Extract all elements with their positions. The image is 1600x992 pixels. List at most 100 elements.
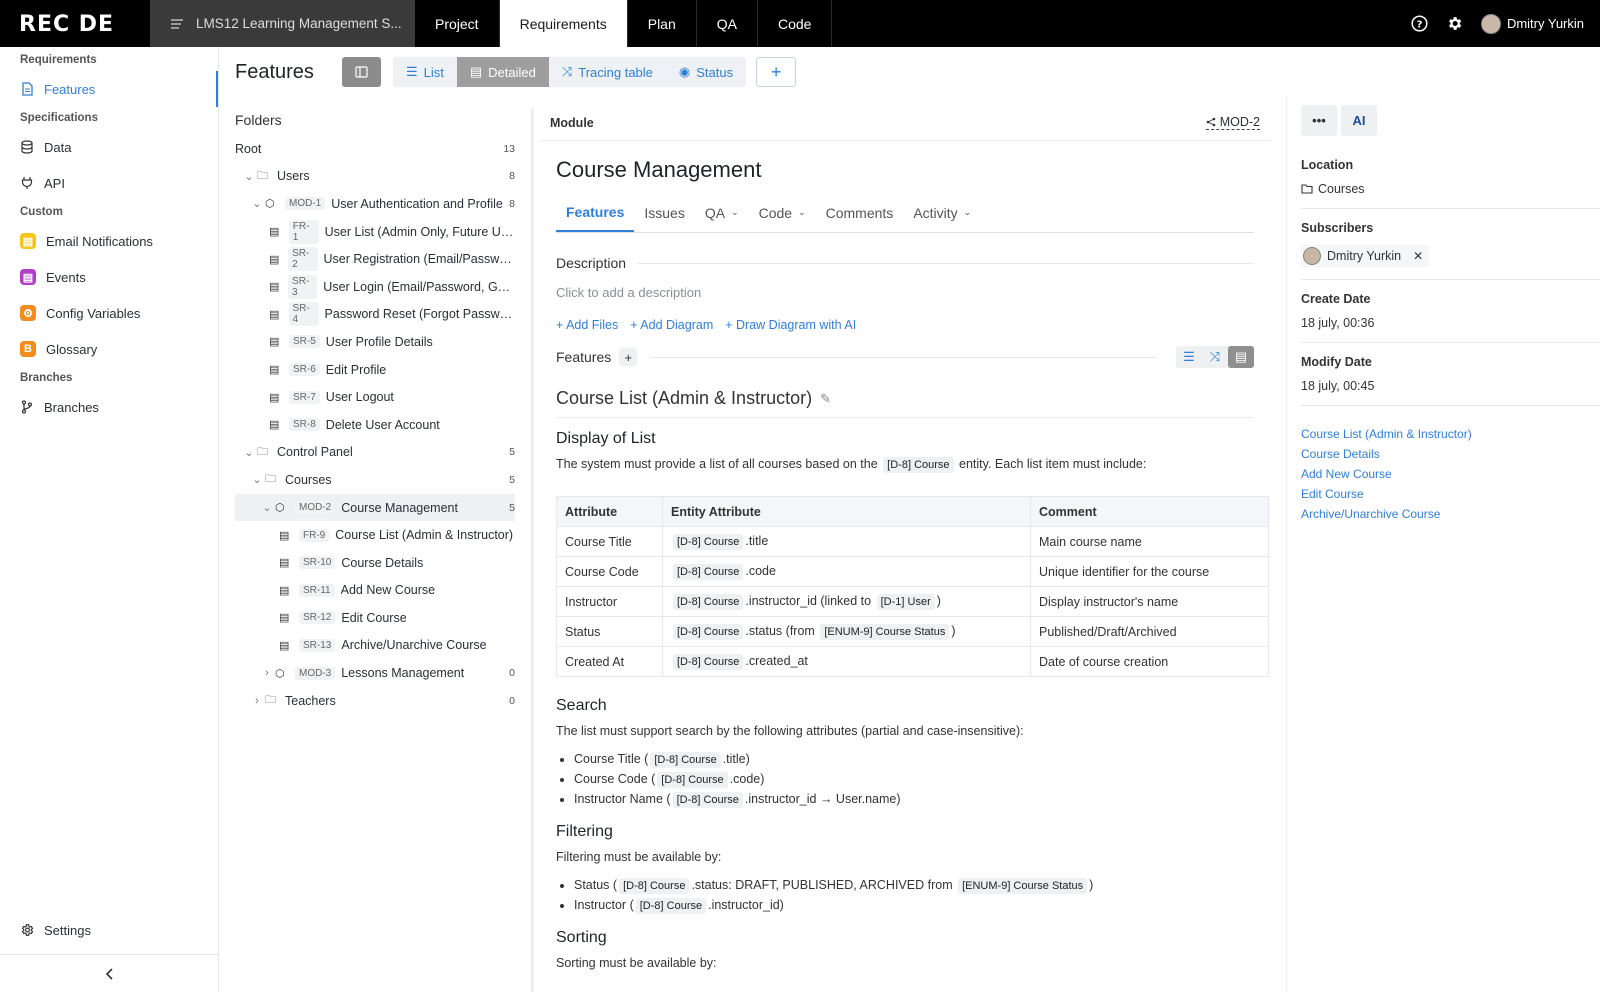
tree-row[interactable]: ▤ SR-3 User Login (Email/Password, Goog...: [235, 273, 515, 301]
view-status-button[interactable]: ◉ Status: [666, 57, 746, 87]
toggle-panel-button[interactable]: [341, 57, 381, 87]
entity-ref[interactable]: [ENUM-9] Course Status: [820, 623, 950, 640]
entity-ref[interactable]: [D-8] Course: [619, 878, 690, 894]
sidebar-item-events[interactable]: ▤ Events: [0, 259, 218, 295]
chevron-down-icon[interactable]: ⌄: [243, 446, 255, 459]
tab-qa[interactable]: QA: [697, 0, 758, 47]
tab-code[interactable]: Code: [758, 0, 833, 47]
tree-row[interactable]: ▤ SR-6 Edit Profile: [235, 356, 515, 384]
document-icon: ▤: [269, 226, 280, 239]
entity-ref[interactable]: [D-8] Course: [635, 898, 707, 914]
view-tracing-button[interactable]: ⤨ Tracing table: [549, 57, 666, 87]
tree-row[interactable]: ⌄ ⬡ MOD-2 Course Management 5: [235, 493, 515, 522]
module-link[interactable]: MOD-2: [1205, 115, 1260, 130]
sidebar-item-config-variables[interactable]: ⚙ Config Variables: [0, 295, 218, 331]
add-button[interactable]: +: [756, 57, 797, 87]
sidebar-item-glossary[interactable]: B Glossary: [0, 331, 218, 367]
entity-ref[interactable]: [D-1] User: [876, 593, 935, 610]
tab-project[interactable]: Project: [415, 0, 500, 47]
view-detailed-button[interactable]: ▤ Detailed: [456, 57, 549, 87]
tree-row[interactable]: ▤ SR-4 Password Reset (Forgot Password): [235, 301, 515, 329]
add-feature-button[interactable]: +: [619, 348, 638, 366]
chevron-right-icon[interactable]: ›: [261, 667, 273, 679]
gear-icon[interactable]: [1446, 15, 1463, 32]
chevron-down-icon[interactable]: ⌄: [243, 170, 255, 183]
sidebar-item-email-notifications[interactable]: ▤ Email Notifications: [0, 223, 218, 259]
feature-link[interactable]: Course Details: [1301, 444, 1600, 464]
entity-ref[interactable]: [D-8] Course: [672, 792, 743, 808]
tree-row[interactable]: ▤ SR-11 Add New Course: [235, 577, 515, 605]
app-logo[interactable]: REC DE: [19, 12, 114, 37]
pencil-icon[interactable]: ✎: [820, 391, 831, 407]
tree-row[interactable]: ▤ SR-2 User Registration (Email/Password..…: [235, 245, 515, 273]
item-code: SR-2: [288, 247, 318, 272]
tree-row[interactable]: ▤ SR-10 Course Details: [235, 549, 515, 577]
entity-ref[interactable]: [D-8] Course: [673, 563, 744, 580]
entity-ref[interactable]: [ENUM-9] Course Status: [958, 878, 1088, 894]
sidebar-item-data[interactable]: Data: [0, 129, 218, 165]
tree-row[interactable]: ▤ SR-12 Edit Course: [235, 604, 515, 632]
chevron-down-icon[interactable]: ⌄: [261, 501, 273, 514]
tab-activity[interactable]: Activity ⌄: [903, 193, 981, 232]
entity-ref[interactable]: [D-8] Course: [650, 752, 721, 768]
add-files-link[interactable]: + Add Files: [556, 318, 618, 332]
table-row: Created At [D-8] Course .created_at Date of…: [556, 646, 1269, 677]
feature-link[interactable]: Course List (Admin & Instructor): [1301, 424, 1600, 444]
sidebar-item-features[interactable]: Features: [0, 71, 218, 107]
description-field[interactable]: Click to add a description: [556, 285, 1254, 300]
feature-title: Course List (Admin & Instructor) ✎: [556, 388, 1254, 418]
entity-ref[interactable]: [D-8] Course: [883, 457, 954, 473]
sidebar-item-settings[interactable]: Settings: [0, 912, 219, 948]
tree-row[interactable]: ▤ SR-13 Archive/Unarchive Course: [235, 632, 515, 660]
tab-code[interactable]: Code ⌄: [749, 193, 816, 232]
location-value[interactable]: Courses: [1301, 182, 1600, 196]
entity-ref[interactable]: [D-8] Course: [673, 623, 744, 640]
tab-issues[interactable]: Issues: [634, 193, 694, 232]
chevron-right-icon[interactable]: ›: [251, 695, 263, 707]
subscriber-chip[interactable]: Dmitry Yurkin ✕: [1301, 245, 1430, 267]
help-icon[interactable]: ?: [1411, 15, 1428, 32]
tree-row[interactable]: ⌄ ⬡ MOD-1 User Authentication and Profile 8: [235, 190, 515, 218]
tab-features[interactable]: Features: [556, 193, 635, 232]
tab-plan[interactable]: Plan: [628, 0, 697, 47]
project-selector[interactable]: LMS12 Learning Management S...: [150, 0, 415, 47]
ai-button[interactable]: AI: [1341, 105, 1377, 136]
tab-comments[interactable]: Comments: [816, 193, 904, 232]
draw-diagram-ai-link[interactable]: + Draw Diagram with AI: [725, 318, 856, 332]
user-menu[interactable]: Dmitry Yurkin: [1480, 13, 1584, 34]
tree-row[interactable]: ▤ SR-8 Delete User Account: [235, 411, 515, 439]
tree-row[interactable]: ▤ SR-5 User Profile Details: [235, 328, 515, 356]
more-button[interactable]: •••: [1301, 105, 1337, 136]
entity-ref[interactable]: [D-8] Course: [673, 653, 744, 670]
chevron-down-icon[interactable]: ⌄: [251, 197, 263, 210]
list-view-icon[interactable]: ☰: [1176, 346, 1202, 368]
view-list-button[interactable]: ☰ List: [393, 57, 457, 87]
tree-row[interactable]: ⌄ 🗀 Control Panel 5: [235, 439, 515, 467]
tracing-view-icon[interactable]: ⤨: [1202, 346, 1228, 368]
sidebar-item-branches[interactable]: Branches: [0, 389, 218, 425]
panel-divider[interactable]: [531, 108, 534, 992]
feature-link[interactable]: Edit Course: [1301, 484, 1600, 504]
chevron-down-icon[interactable]: ⌄: [251, 473, 263, 486]
tree-row[interactable]: › ⬡ MOD-3 Lessons Management 0: [235, 659, 515, 687]
feature-link[interactable]: Add New Course: [1301, 464, 1600, 484]
tree-root[interactable]: Root 13: [235, 135, 515, 163]
collapse-sidebar-button[interactable]: [0, 954, 219, 992]
entity-ref[interactable]: [D-8] Course: [673, 533, 744, 550]
tree-row[interactable]: ▤ SR-7 User Logout: [235, 383, 515, 411]
feature-link[interactable]: Archive/Unarchive Course: [1301, 504, 1600, 524]
tree-row[interactable]: ▤ FR-1 User List (Admin Only, Future Use): [235, 218, 515, 246]
entity-ref[interactable]: [D-8] Course: [657, 772, 728, 788]
detailed-view-icon[interactable]: ▤: [1228, 346, 1254, 368]
tab-requirements[interactable]: Requirements: [499, 0, 628, 47]
add-diagram-link[interactable]: + Add Diagram: [630, 318, 713, 332]
tab-qa[interactable]: QA ⌄: [695, 193, 749, 232]
tree-row[interactable]: › 🗀 Teachers 0: [235, 687, 515, 715]
item-text: Course Code (: [574, 772, 656, 786]
tree-row[interactable]: ⌄ 🗀 Courses 5: [235, 466, 515, 494]
tree-row[interactable]: ▤ FR-9 Course List (Admin & Instructor): [235, 521, 515, 549]
tree-row[interactable]: ⌄ 🗀 Users 8: [235, 163, 515, 191]
entity-ref[interactable]: [D-8] Course: [673, 593, 744, 610]
sidebar-item-api[interactable]: API: [0, 165, 218, 201]
close-icon[interactable]: ✕: [1413, 249, 1423, 263]
